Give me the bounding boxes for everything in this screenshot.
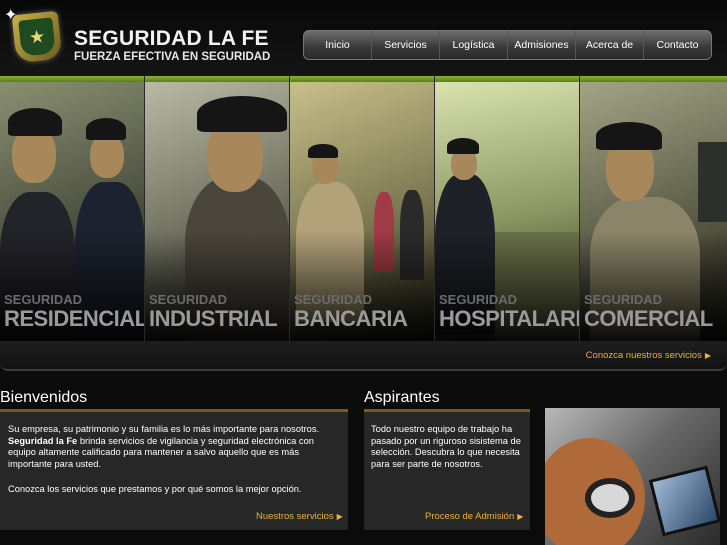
guard-cap — [596, 122, 662, 150]
nav-item-contacto[interactable]: Contacto — [644, 31, 711, 59]
panel-label-line2: BANCARIA — [294, 306, 408, 331]
admission-process-link-label: Proceso de Admisión — [425, 511, 515, 522]
welcome-paragraph-2: Seguridad la Fe brinda servicios de vigi… — [8, 436, 340, 471]
play-arrow-icon: ▶ — [517, 512, 524, 521]
panel-label-line1: SEGURIDAD — [149, 292, 228, 307]
panel-label-line1: SEGURIDAD — [4, 292, 83, 307]
panel-label-line2: HOSPITALARIA — [439, 306, 579, 331]
services-link-label: Conozca nuestros servicios — [585, 350, 702, 361]
services-banner: SEGURIDAD RESIDENCIAL SEGURIDAD INDUSTRI… — [0, 76, 727, 341]
nav-item-logistica[interactable]: Logística — [440, 31, 508, 59]
applicants-body: Todo nuestro equipo de trabajo ha pasado… — [371, 424, 521, 469]
nav-item-inicio[interactable]: Inicio — [304, 31, 372, 59]
nav-item-acerca-de[interactable]: Acerca de — [576, 31, 644, 59]
guard-cap — [197, 96, 287, 132]
welcome-paragraph-1: Su empresa, su patrimonio y su familia e… — [8, 424, 320, 434]
guard-face — [90, 134, 124, 178]
page: ★ ✦ SEGURIDAD LA FE FUERZA EFECTIVA EN S… — [0, 0, 727, 545]
panel-comercial[interactable]: SEGURIDAD COMERCIAL — [580, 76, 727, 341]
monitor-screen — [648, 465, 720, 537]
nav-item-servicios[interactable]: Servicios — [372, 31, 440, 59]
brand-name-bold: Seguridad la Fe — [8, 435, 78, 446]
applicants-title: Aspirantes — [364, 389, 440, 406]
admission-process-link[interactable]: Proceso de Admisión ▶ — [425, 511, 523, 522]
main-nav: Inicio Servicios Logística Admisiones Ac… — [303, 30, 712, 60]
nav-item-admisiones[interactable]: Admisiones — [508, 31, 576, 59]
display-screen — [698, 142, 727, 222]
our-services-link-label: Nuestros servicios — [256, 511, 334, 522]
surveillance-photo — [545, 408, 720, 545]
guard-cap — [308, 144, 338, 158]
panel-industrial[interactable]: SEGURIDAD INDUSTRIAL — [145, 76, 290, 341]
services-link[interactable]: Conozca nuestros servicios ▶ — [586, 350, 711, 361]
panel-label-line1: SEGURIDAD — [584, 292, 663, 307]
welcome-paragraph-3: Conozca los servicios que prestamos y po… — [8, 484, 302, 495]
guard-cap — [8, 108, 62, 136]
brand-subtitle: FUERZA EFECTIVA EN SEGURIDAD — [74, 51, 271, 63]
guard-cap — [447, 138, 479, 154]
panel-bancaria[interactable]: SEGURIDAD BANCARIA — [290, 76, 435, 341]
our-services-link[interactable]: Nuestros servicios ▶ — [256, 511, 343, 522]
welcome-title: Bienvenidos — [0, 389, 88, 406]
headset-icon — [585, 478, 635, 518]
panel-hospitalaria[interactable]: SEGURIDAD HOSPITALARIA — [435, 76, 580, 341]
panel-label-line1: SEGURIDAD — [439, 292, 518, 307]
brand-title[interactable]: SEGURIDAD LA FE — [74, 28, 269, 50]
play-arrow-icon: ▶ — [336, 512, 343, 521]
header: ★ ✦ SEGURIDAD LA FE FUERZA EFECTIVA EN S… — [0, 0, 727, 76]
banner-strip: Conozca nuestros servicios ▶ — [0, 341, 727, 371]
panel-residencial[interactable]: SEGURIDAD RESIDENCIAL — [0, 76, 145, 341]
panel-label-line2: RESIDENCIAL — [4, 306, 145, 331]
sparkle-icon: ✦ — [4, 7, 18, 24]
panel-label-line2: COMERCIAL — [584, 306, 713, 331]
guard-cap — [86, 118, 126, 140]
panel-label-line1: SEGURIDAD — [294, 292, 373, 307]
panel-label-line2: INDUSTRIAL — [149, 306, 278, 331]
play-arrow-icon: ▶ — [704, 351, 711, 360]
